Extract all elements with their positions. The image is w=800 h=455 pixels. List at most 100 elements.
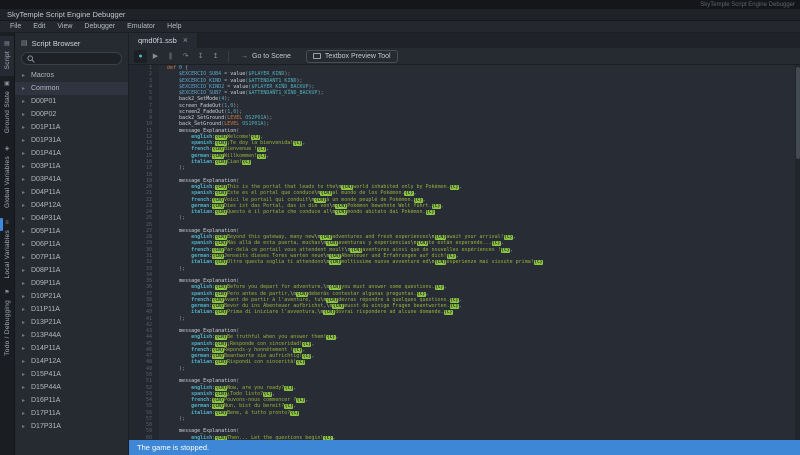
tree-item-d00p01[interactable]: ▸D00P01	[15, 95, 128, 108]
tree-item-d01p11a[interactable]: ▸D01P11A	[15, 121, 128, 134]
tab-qmd0f1-ssb[interactable]: qmd0f1.ssb ×	[129, 33, 198, 48]
expander-icon[interactable]: ▸	[22, 410, 28, 417]
expander-icon[interactable]: ▸	[22, 189, 28, 196]
tree-item-macros[interactable]: ▸Macros	[15, 69, 128, 82]
text-tag: {CN}	[326, 241, 338, 246]
code-token: ,	[293, 385, 296, 391]
code-token: german	[191, 403, 209, 409]
go-to-scene-button[interactable]: → Go to Scene	[235, 50, 297, 63]
expander-icon[interactable]: ▸	[22, 202, 28, 209]
side-tab-local-variables[interactable]: ≡Local Variables	[0, 215, 14, 285]
code-token: mondo abitato dai Pokémon.	[347, 209, 425, 215]
expander-icon[interactable]: ▸	[22, 137, 28, 144]
code-token: italian	[191, 209, 212, 215]
tree-item-d13p21a[interactable]: ▸D13P21A	[15, 316, 128, 329]
expander-icon[interactable]: ▸	[22, 111, 28, 118]
tree-item-common[interactable]: ▸Common	[15, 82, 128, 95]
expander-icon[interactable]: ▸	[22, 267, 28, 274]
tree-item-d07p11a[interactable]: ▸D07P11A	[15, 251, 128, 264]
play-icon[interactable]: ▶	[149, 50, 162, 63]
step-over-icon[interactable]: ↷	[179, 50, 192, 63]
expander-icon[interactable]: ▸	[22, 293, 28, 300]
tree-item-d01p31a[interactable]: ▸D01P31A	[15, 134, 128, 147]
expander-icon[interactable]: ▸	[22, 215, 28, 222]
tree-item-d14p11a[interactable]: ▸D14P11A	[15, 342, 128, 355]
tree-item-d08p11a[interactable]: ▸D08P11A	[15, 264, 128, 277]
toolbar-divider	[228, 51, 229, 62]
tree-item-d03p41a[interactable]: ▸D03P41A	[15, 173, 128, 186]
expander-icon[interactable]: ▸	[22, 358, 28, 365]
step-into-icon[interactable]: ↧	[194, 50, 207, 63]
side-tab-ground-state[interactable]: ▣Ground State	[0, 76, 14, 140]
tree-item-d17p31a[interactable]: ▸D17P31A	[15, 420, 128, 433]
expander-icon[interactable]: ▸	[22, 124, 28, 131]
tree-item-d06p11a[interactable]: ▸D06P11A	[15, 238, 128, 251]
tree-item-d00p02[interactable]: ▸D00P02	[15, 108, 128, 121]
menu-view[interactable]: View	[51, 21, 78, 32]
tree-item-d04p12a[interactable]: ▸D04P12A	[15, 199, 128, 212]
expander-icon[interactable]: ▸	[22, 345, 28, 352]
tree-item-d10p21a[interactable]: ▸D10P21A	[15, 290, 128, 303]
tab-close-icon[interactable]: ×	[183, 36, 188, 45]
code-token: Oltre questa soglia ti attendono	[227, 259, 323, 265]
pause-icon[interactable]: ∥	[164, 50, 177, 63]
tree-item-d14p12a[interactable]: ▸D14P12A	[15, 355, 128, 368]
tree-item-label: D17P11A	[31, 410, 60, 417]
tree-item-d09p11a[interactable]: ▸D09P11A	[15, 277, 128, 290]
tree-item-d15p41a[interactable]: ▸D15P41A	[15, 368, 128, 381]
tree-item-d17p11a[interactable]: ▸D17P11A	[15, 407, 128, 420]
menu-help[interactable]: Help	[161, 21, 187, 32]
code-area[interactable]: 1def 0 {2 $EXCERCIO_SUB4 = value($PLAYER…	[129, 65, 795, 440]
expander-icon[interactable]: ▸	[22, 254, 28, 261]
code-token	[167, 284, 191, 290]
step-out-icon[interactable]: ↥	[209, 50, 222, 63]
tree-item-d13p44a[interactable]: ▸D13P44A	[15, 329, 128, 342]
menu-file[interactable]: File	[4, 21, 27, 32]
expander-icon[interactable]: ▸	[22, 241, 28, 248]
code-line[interactable]: 60 english:{CN}Then... Let the questions…	[129, 435, 795, 440]
code-token: Avant de partir à l'aventure, tu	[224, 297, 320, 303]
tree-item-d04p11a[interactable]: ▸D04P11A	[15, 186, 128, 199]
tree-item-d16p11a[interactable]: ▸D16P11A	[15, 394, 128, 407]
tree-item-d15p44a[interactable]: ▸D15P44A	[15, 381, 128, 394]
tree-item-d01p41a[interactable]: ▸D01P41A	[15, 147, 128, 160]
halt-icon[interactable]: ●	[134, 50, 147, 63]
expander-icon[interactable]: ▸	[22, 397, 28, 404]
tree-item-d05p11a[interactable]: ▸D05P11A	[15, 225, 128, 238]
menu-edit[interactable]: Edit	[27, 21, 51, 32]
expander-icon[interactable]: ▸	[22, 306, 28, 313]
scrollbar-thumb[interactable]	[796, 67, 800, 159]
code-token: back_SetGround	[179, 121, 221, 127]
code-token: french	[191, 197, 209, 203]
expander-icon[interactable]: ▸	[22, 332, 28, 339]
expander-icon[interactable]: ▸	[22, 371, 28, 378]
code-token: Abenteuer und Erfahrungen auf dich!	[341, 253, 446, 259]
expander-icon[interactable]: ▸	[22, 423, 28, 430]
expander-icon[interactable]: ▸	[22, 319, 28, 326]
tree-item-d03p11a[interactable]: ▸D03P11A	[15, 160, 128, 173]
expander-icon[interactable]: ▸	[22, 176, 28, 183]
side-tab-script[interactable]: ▤Script	[0, 36, 14, 76]
tree-item-d04p31a[interactable]: ▸D04P31A	[15, 212, 128, 225]
expander-icon[interactable]: ▸	[22, 163, 28, 170]
search-box[interactable]	[21, 52, 122, 65]
expander-icon[interactable]: ▸	[22, 228, 28, 235]
expander-icon[interactable]: ▸	[22, 384, 28, 391]
textbox-preview-tool-button[interactable]: Textbox Preview Tool	[306, 50, 398, 63]
expander-icon[interactable]: ▸	[22, 280, 28, 287]
code-token	[167, 78, 179, 84]
editor-scrollbar[interactable]	[795, 65, 800, 440]
expander-icon[interactable]: ▸	[22, 98, 28, 105]
expander-icon[interactable]: ▸	[22, 150, 28, 157]
text-tag: {C}	[435, 285, 444, 290]
menu-emulator[interactable]: Emulator	[121, 21, 161, 32]
tree-item-d11p11a[interactable]: ▸D11P11A	[15, 303, 128, 316]
search-input[interactable]	[38, 55, 116, 62]
code-editor[interactable]: 1def 0 {2 $EXCERCIO_SUB4 = value($PLAYER…	[129, 65, 800, 440]
search-icon	[27, 55, 35, 63]
expander-icon[interactable]: ▸	[22, 72, 28, 79]
side-tab-todo-debugging[interactable]: ⚑Todo / Debugging	[0, 285, 14, 363]
side-tab-global-variables[interactable]: ◈Global Variables	[0, 141, 14, 215]
menu-debugger[interactable]: Debugger	[78, 21, 121, 32]
expander-icon[interactable]: ▸	[22, 85, 28, 92]
